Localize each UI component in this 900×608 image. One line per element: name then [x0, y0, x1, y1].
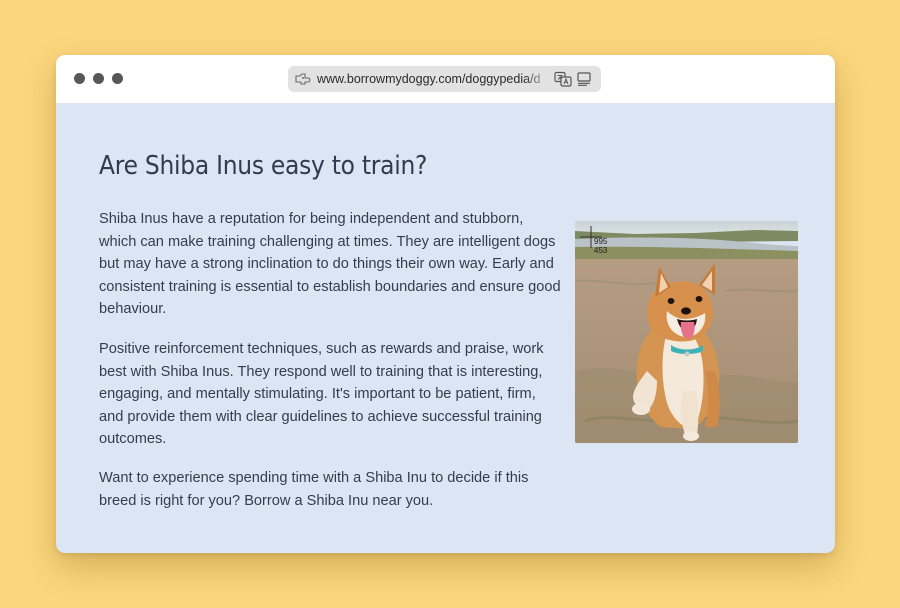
url-text[interactable]: www.borrowmydoggy.com/doggypedia/d — [317, 72, 549, 86]
page-content: Are Shiba Inus easy to train? Shiba Inus… — [56, 103, 835, 553]
photo-coordinates-overlay: 995 453 — [594, 237, 607, 255]
reader-mode-icon[interactable] — [577, 72, 591, 86]
article-paragraph-2: Positive reinforcement techniques, such … — [99, 341, 544, 448]
window-close-button[interactable] — [74, 73, 85, 84]
window-minimize-button[interactable] — [93, 73, 104, 84]
address-bar[interactable]: www.borrowmydoggy.com/doggypedia/d — [288, 66, 601, 92]
photo-coord-x: 995 — [594, 237, 608, 246]
tag-icon — [295, 73, 311, 85]
shiba-inu-photo-drawing — [575, 221, 798, 443]
photo-coord-y: 453 — [594, 246, 608, 255]
translate-icon[interactable] — [554, 71, 572, 87]
article-paragraph-3: Want to experience spending time with a … — [99, 470, 529, 509]
article-paragraph-1: Shiba Inus have a reputation for being i… — [99, 211, 561, 318]
window-zoom-button[interactable] — [112, 73, 123, 84]
url-fade — [524, 66, 552, 92]
browser-window: www.borrowmydoggy.com/doggypedia/d Are S… — [56, 55, 835, 553]
browser-toolbar: www.borrowmydoggy.com/doggypedia/d — [56, 55, 835, 103]
article-title: Are Shiba Inus easy to train? — [99, 151, 428, 181]
shiba-inu-photo: 995 453 — [575, 221, 798, 443]
